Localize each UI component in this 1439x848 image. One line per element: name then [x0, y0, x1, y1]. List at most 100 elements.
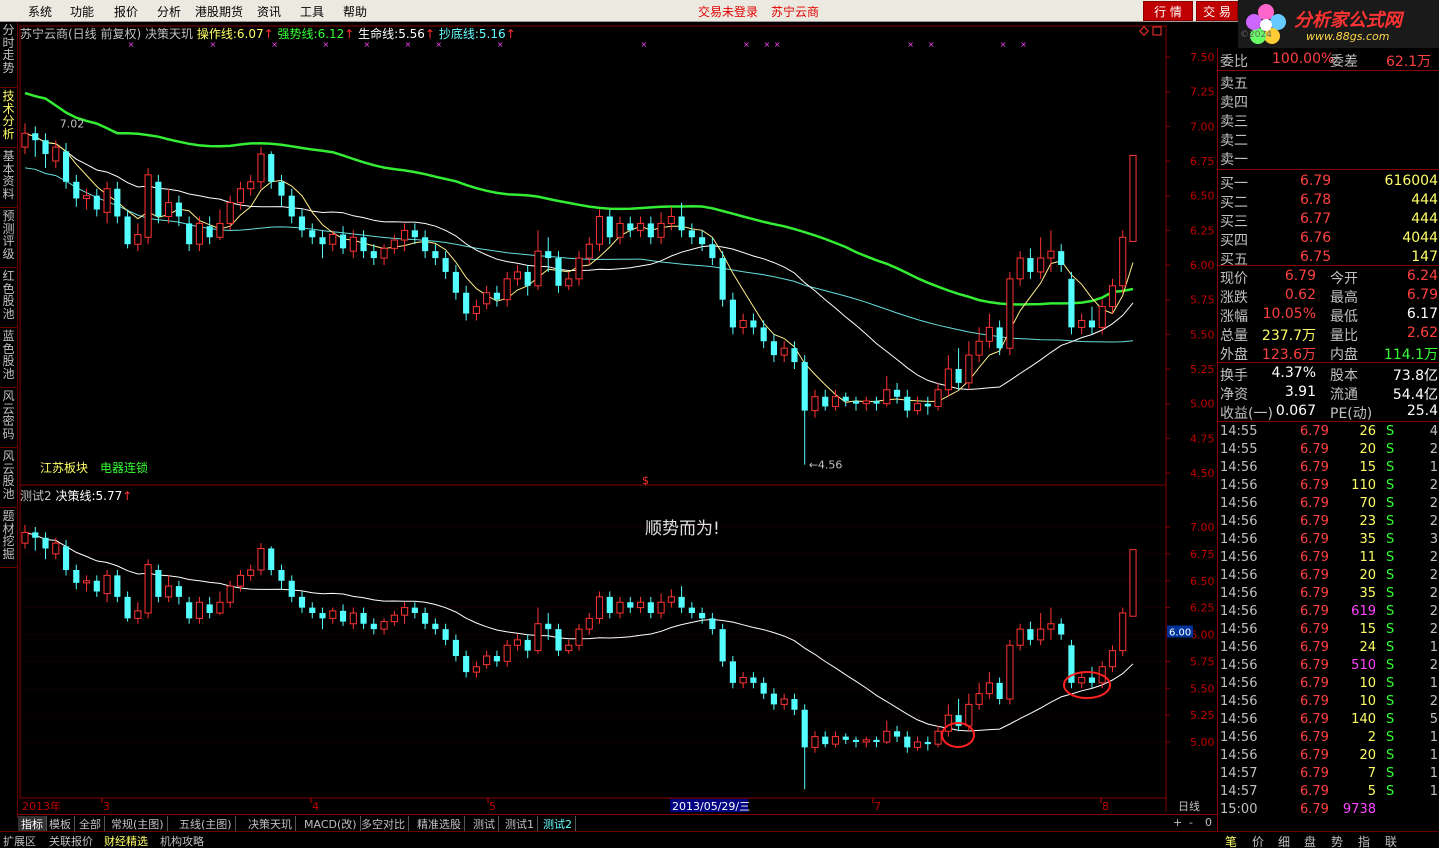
- tick-side: S: [1386, 694, 1395, 709]
- quote-button[interactable]: 行 情: [1143, 1, 1193, 21]
- kline-chart-area[interactable]: 7.50 7.25 7.00 6.75 6.50 6.25 6.00 5.75 5.50 5.25…: [0, 22, 1217, 818]
- bottom-candle: [1047, 607, 1055, 640]
- ask-row[interactable]: 卖五: [1218, 73, 1439, 92]
- chart-corner-square-icon[interactable]: [1152, 26, 1162, 36]
- tab-all[interactable]: 全部: [76, 816, 105, 832]
- tick-volume: 10: [1359, 676, 1376, 691]
- sector-label-jiangsu[interactable]: 江苏板块: [40, 459, 88, 476]
- top-candle: [370, 244, 377, 265]
- bottom-candle: [1119, 607, 1127, 656]
- bid-price: 6.79: [1300, 173, 1332, 189]
- bottom-candle: [82, 575, 91, 592]
- flower-logo-icon: [1246, 4, 1286, 44]
- y-tick-label: 7.00: [1190, 120, 1215, 133]
- right-tab-book[interactable]: 盘: [1304, 833, 1316, 848]
- menu-news[interactable]: 资讯: [257, 3, 281, 20]
- top-candle: [144, 167, 152, 245]
- bottom-candle: [719, 623, 726, 667]
- menu-tools[interactable]: 工具: [300, 3, 324, 20]
- stat-value: 6.24: [1406, 268, 1438, 284]
- tick-time: 14:56: [1220, 532, 1258, 547]
- status-tab-related[interactable]: 关联报价: [49, 833, 93, 848]
- right-tab-ticks[interactable]: 笔: [1225, 833, 1237, 848]
- menu-hk-futures[interactable]: 港股期货: [195, 3, 243, 20]
- y-tick-label: 6.75: [1190, 548, 1215, 561]
- tick-row: 14:56 6.79 35 S 3: [1218, 532, 1439, 550]
- stat-value: 54.4亿: [1392, 387, 1438, 403]
- bottom-candle: [636, 596, 645, 613]
- tab-test1[interactable]: 测试1: [502, 816, 538, 832]
- menu-help[interactable]: 帮助: [343, 3, 367, 20]
- tab-templates[interactable]: 模板: [46, 816, 75, 832]
- ask-row[interactable]: 卖二: [1218, 130, 1439, 149]
- top-candle: [1108, 278, 1117, 314]
- top-candle: [401, 223, 409, 252]
- tick-count: 5: [1429, 712, 1438, 727]
- top-candle: [1078, 313, 1086, 335]
- ask-row[interactable]: 卖四: [1218, 92, 1439, 111]
- tab-five-lines-main[interactable]: 五线(主图): [176, 816, 236, 832]
- tick-time: 14:55: [1220, 442, 1258, 457]
- period-label[interactable]: 日线: [1178, 799, 1200, 813]
- status-tab-institution[interactable]: 机构攻略: [160, 833, 204, 848]
- tick-side: S: [1386, 586, 1395, 601]
- right-tab-detail[interactable]: 细: [1278, 833, 1290, 848]
- bottom-candle: [390, 610, 398, 626]
- bottom-candle: [780, 693, 788, 710]
- status-tab-finance[interactable]: 财经精选: [104, 833, 148, 848]
- top-candle: [32, 126, 39, 157]
- menu-function[interactable]: 功能: [70, 3, 94, 20]
- right-tab-trend[interactable]: 势: [1331, 833, 1343, 848]
- zoom-in-button[interactable]: +: [1170, 816, 1185, 829]
- bottom-candle: [565, 639, 573, 654]
- tab-juece-tianji[interactable]: 决策天玑: [245, 816, 296, 832]
- bid-label: 买三: [1220, 214, 1248, 230]
- bid-row[interactable]: 买一 6.79 616004: [1218, 173, 1439, 192]
- tick-row: 14:56 6.79 619 S 2: [1218, 604, 1439, 622]
- bottom-candle: [206, 596, 213, 619]
- bid-row[interactable]: 买二 6.78 444: [1218, 192, 1439, 211]
- right-tab-linked[interactable]: 联: [1385, 833, 1397, 848]
- trade-button[interactable]: 交 易: [1196, 1, 1238, 21]
- tab-test[interactable]: 测试: [470, 816, 499, 832]
- sector-label-appliance[interactable]: 电器连锁: [100, 459, 148, 476]
- chart-corner-diamond-icon[interactable]: [1139, 26, 1149, 36]
- y-tick-label: 5.75: [1190, 294, 1215, 307]
- status-bar: 扩展区 关联报价 财经精选 机构攻略 笔 价 细 盘 势 指 联: [0, 831, 1439, 848]
- menu-system[interactable]: 系统: [28, 3, 52, 20]
- bottom-candle: [411, 602, 418, 619]
- logo-title: 分析家公式网: [1294, 10, 1402, 31]
- top-candle: [93, 188, 100, 217]
- top-candle: [657, 212, 665, 245]
- indicator-life-name: 生命线:: [358, 27, 399, 41]
- tab-regular-main[interactable]: 常规(主图): [108, 816, 168, 832]
- bid-row[interactable]: 买四 6.76 4044: [1218, 230, 1439, 249]
- tab-test2[interactable]: 测试2: [540, 816, 576, 832]
- menu-quote[interactable]: 报价: [114, 3, 138, 20]
- bottom-candle: [1108, 645, 1117, 673]
- top-candle: [699, 230, 706, 252]
- tab-precise-picking[interactable]: 精准选股: [414, 816, 465, 832]
- top-candle: [904, 389, 911, 418]
- tab-long-short[interactable]: 多空对比: [358, 816, 409, 832]
- bottom-candle: [595, 591, 604, 624]
- bottom-candle: [1016, 623, 1024, 651]
- indicator-strong-name: 强势线:: [277, 27, 318, 41]
- status-tab-expand[interactable]: 扩展区: [3, 833, 36, 848]
- bid-row[interactable]: 买三 6.77 444: [1218, 211, 1439, 230]
- right-tab-index[interactable]: 指: [1358, 833, 1370, 848]
- logo-url: www.88gs.com: [1306, 30, 1390, 43]
- tab-macd[interactable]: MACD(改): [301, 816, 361, 832]
- ask-row[interactable]: 卖三: [1218, 111, 1439, 130]
- top-candle: [678, 202, 685, 238]
- ask-row[interactable]: 卖一: [1218, 149, 1439, 168]
- y-tick-label: 4.75: [1190, 432, 1215, 445]
- bottom-candle: [913, 736, 922, 751]
- right-tab-price[interactable]: 价: [1252, 833, 1264, 848]
- menu-analysis[interactable]: 分析: [157, 3, 181, 20]
- tick-side: S: [1386, 712, 1395, 727]
- tab-indicators[interactable]: 指标: [18, 816, 47, 832]
- zoom-reset-button[interactable]: 0: [1202, 816, 1215, 829]
- bottom-candle: [114, 570, 121, 603]
- zoom-out-button[interactable]: -: [1186, 816, 1196, 829]
